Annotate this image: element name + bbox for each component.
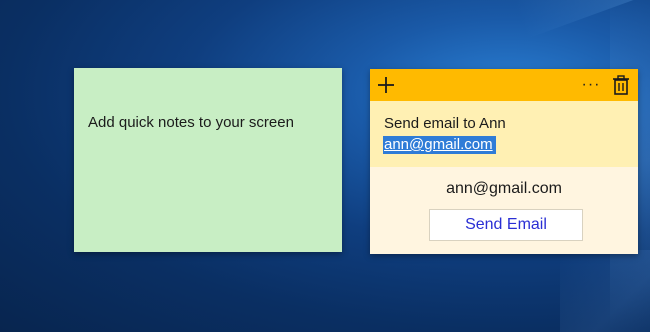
email-link-selected[interactable]: ann@gmail.com: [383, 136, 496, 154]
insight-email-address: ann@gmail.com: [446, 180, 562, 197]
desktop-background: Add quick notes to your screen ··· Send …: [0, 0, 650, 332]
sticky-note-yellow[interactable]: ··· Send email to Ann ann@gmail.com ann@…: [370, 69, 638, 254]
sticky-note-green[interactable]: Add quick notes to your screen: [74, 68, 342, 252]
send-email-button[interactable]: Send Email: [429, 209, 583, 241]
note-text-line[interactable]: Send email to Ann: [384, 115, 506, 132]
trash-icon[interactable]: [612, 75, 630, 95]
plus-icon[interactable]: [376, 75, 396, 95]
more-options-button[interactable]: ···: [580, 71, 602, 99]
note-text[interactable]: Add quick notes to your screen: [88, 114, 294, 131]
note-body[interactable]: Send email to Ann ann@gmail.com: [370, 101, 638, 167]
wallpaper-light-beam: [560, 250, 650, 332]
note-toolbar[interactable]: ···: [370, 69, 638, 101]
